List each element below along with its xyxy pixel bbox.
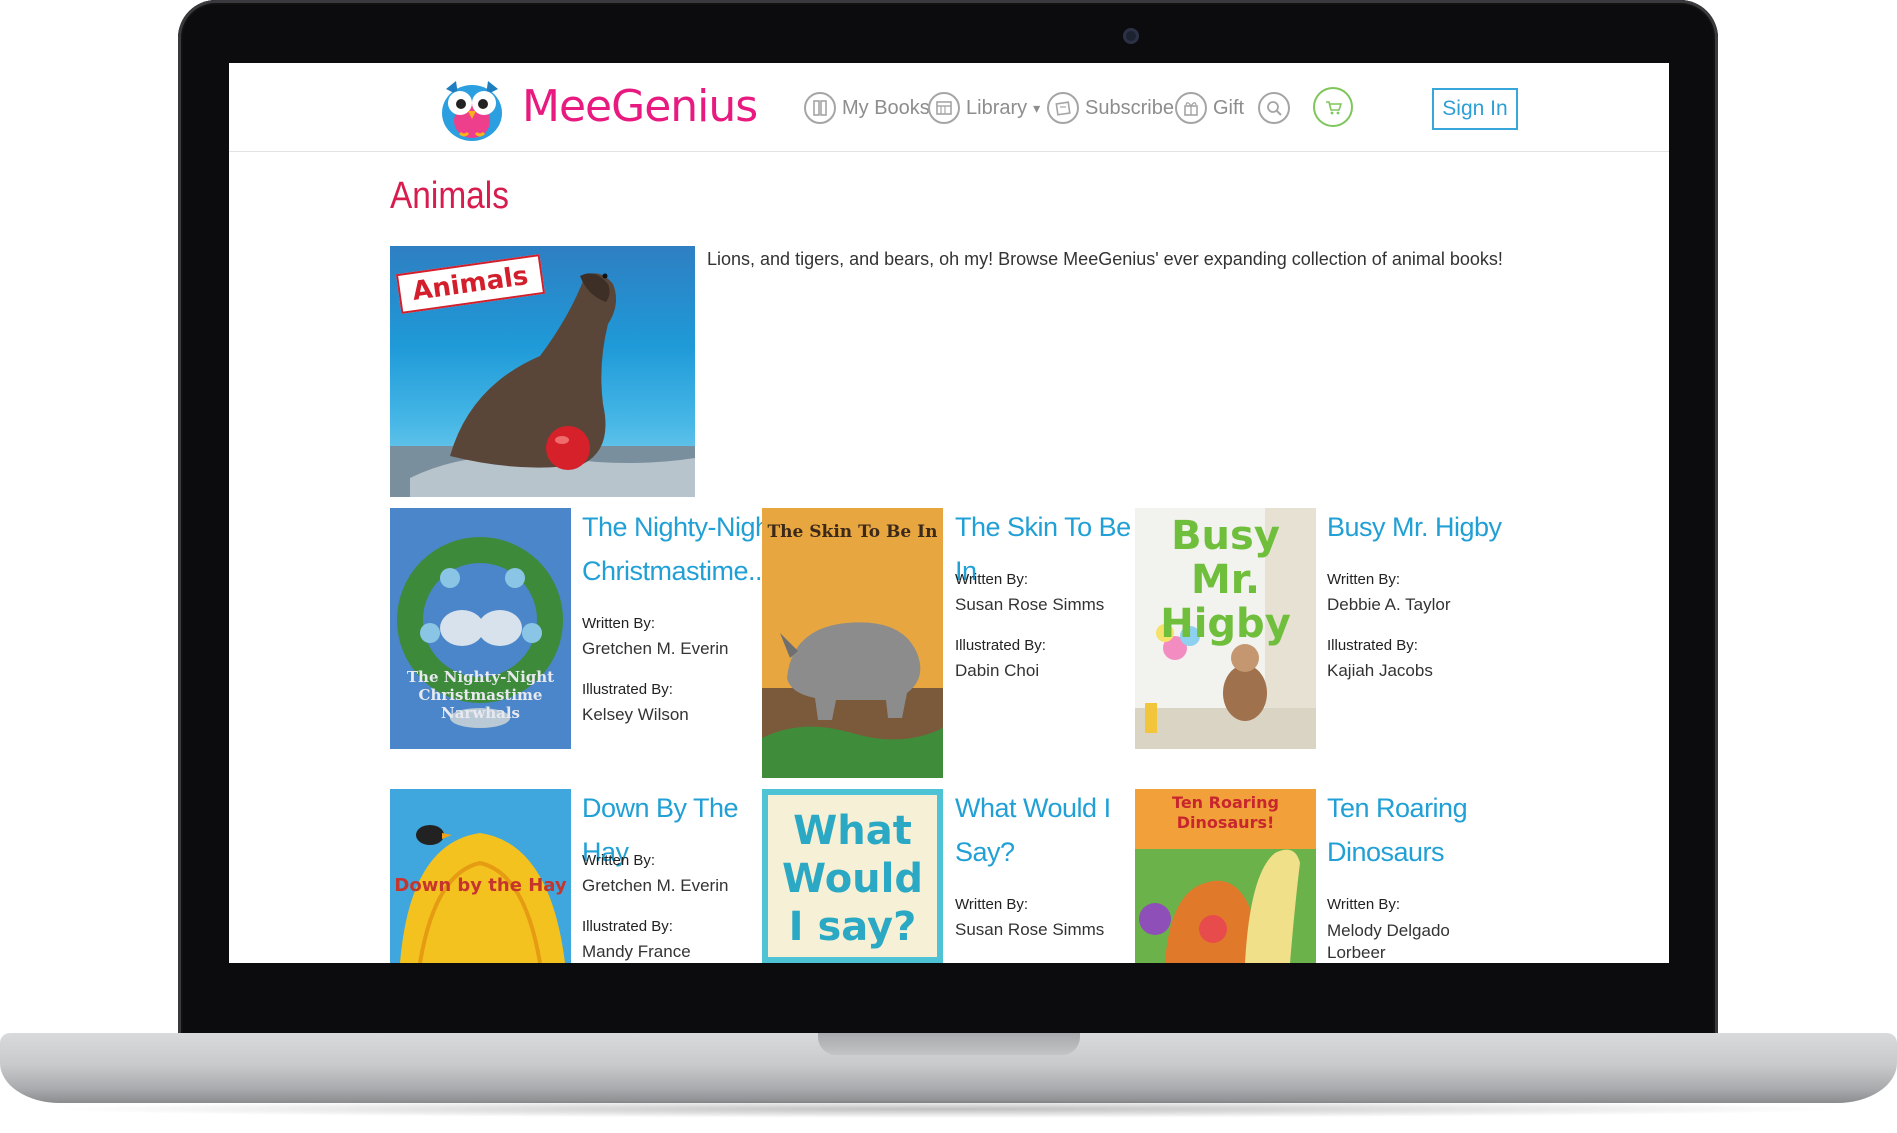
rhino-image	[762, 622, 943, 778]
nav-cart[interactable]	[1313, 87, 1353, 127]
author-name[interactable]: Melody Delgado Lorbeer	[1327, 920, 1487, 963]
written-by-label: Written By:	[955, 896, 1029, 913]
library-icon	[928, 92, 960, 124]
illustrator-name[interactable]: Kelsey Wilson	[582, 705, 689, 725]
illustrated-by-label: Illustrated By:	[955, 637, 1046, 654]
site-header: MeeGenius My Books Library ▾ Subscribe G…	[229, 63, 1669, 152]
nav-label: Gift	[1213, 96, 1245, 119]
book-cover-busy-mr-higby[interactable]: Busy Mr. Higby	[1135, 508, 1316, 749]
author-name[interactable]: Gretchen M. Everin	[582, 639, 728, 659]
written-by-label: Written By:	[1327, 571, 1401, 588]
book-title-link[interactable]: What Would I Say?	[955, 786, 1155, 874]
book-title-link[interactable]: Ten Roaring Dinosaurs	[1327, 786, 1527, 874]
illustrated-by-label: Illustrated By:	[582, 918, 673, 935]
category-hero-image: Animals	[390, 246, 695, 497]
book-title-link[interactable]: Busy Mr. Higby	[1327, 505, 1527, 549]
laptop-shadow	[40, 1100, 1857, 1118]
page-title: Animals	[390, 175, 509, 217]
author-name[interactable]: Debbie A. Taylor	[1327, 595, 1450, 615]
cover-text: Ten Roaring Dinosaurs!	[1172, 793, 1279, 832]
author-name[interactable]: Susan Rose Simms	[955, 920, 1104, 940]
nav-my-books[interactable]: My Books	[804, 91, 930, 125]
illustrator-name[interactable]: Kajiah Jacobs	[1327, 661, 1433, 681]
cover-text: What Would I say?	[782, 808, 923, 950]
nav-label: My Books	[842, 96, 930, 119]
brand-name[interactable]: MeeGenius	[522, 81, 758, 132]
illustrated-by-label: Illustrated By:	[582, 681, 673, 698]
illustrator-name[interactable]: Mandy France	[582, 942, 691, 962]
gift-icon	[1175, 92, 1207, 124]
written-by-label: Written By:	[1327, 896, 1401, 913]
camera	[1123, 28, 1139, 44]
book-cover-nighty-night[interactable]: The Nighty-Night Christmastime Narwhals	[390, 508, 571, 749]
nav-label: Library	[966, 96, 1028, 119]
book-cover-skin-to-be-in[interactable]: The Skin To Be In	[762, 508, 943, 778]
cover-text: The Nighty-Night Christmastime Narwhals	[406, 668, 555, 722]
book-icon	[804, 92, 836, 124]
book-cover-what-would-i-say[interactable]: What Would I say?	[762, 789, 943, 963]
chevron-down-icon: ▾	[1033, 99, 1041, 116]
browser-screen: MeeGenius My Books Library ▾ Subscribe G…	[229, 63, 1669, 963]
author-name[interactable]: Susan Rose Simms	[955, 595, 1104, 615]
illustrated-by-label: Illustrated By:	[1327, 637, 1418, 654]
cover-text: Busy Mr. Higby	[1160, 513, 1291, 647]
cart-icon	[1313, 87, 1353, 127]
nav-library[interactable]: Library ▾	[928, 91, 1040, 125]
book-cover-ten-roaring-dinosaurs[interactable]: Ten Roaring Dinosaurs!	[1135, 789, 1316, 963]
owl-logo-icon[interactable]	[438, 75, 506, 143]
book-title-link[interactable]: The Nighty-Night Christmastime...	[582, 505, 782, 593]
laptop-notch	[818, 1033, 1080, 1055]
written-by-label: Written By:	[582, 615, 656, 632]
author-name[interactable]: Gretchen M. Everin	[582, 876, 728, 896]
nav-gift[interactable]: Gift	[1175, 91, 1244, 125]
category-description: Lions, and tigers, and bears, oh my! Bro…	[707, 249, 1503, 269]
sign-in-button[interactable]: Sign In	[1432, 88, 1518, 130]
subscribe-icon	[1047, 92, 1079, 124]
nav-search[interactable]	[1258, 91, 1290, 125]
cover-text: Down by the Hay	[394, 875, 567, 896]
book-cover-down-by-the-hay[interactable]: Down by the Hay	[390, 789, 571, 963]
written-by-label: Written By:	[582, 852, 656, 869]
cover-text: The Skin To Be In	[767, 522, 938, 542]
nav-subscribe[interactable]: Subscribe	[1047, 91, 1174, 125]
nav-label: Subscribe	[1085, 96, 1174, 119]
search-icon	[1258, 92, 1290, 124]
illustrator-name[interactable]: Dabin Choi	[955, 661, 1039, 681]
written-by-label: Written By:	[955, 571, 1029, 588]
